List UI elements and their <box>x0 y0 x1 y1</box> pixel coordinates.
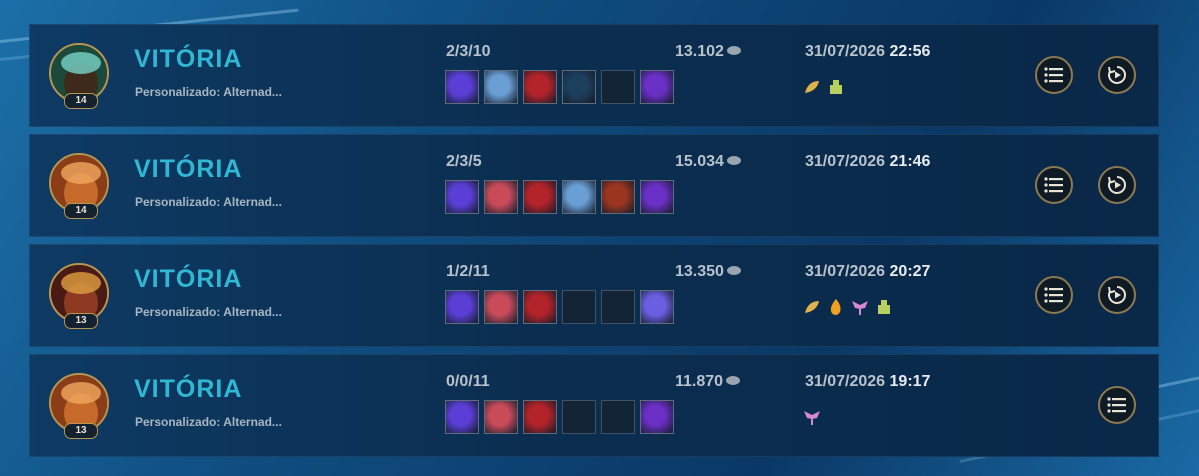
details-button[interactable] <box>1035 276 1073 314</box>
empty-item-slot[interactable] <box>601 400 635 434</box>
item-slot[interactable] <box>640 70 674 104</box>
gold: 13.350 <box>675 263 741 281</box>
wings-badge-icon <box>804 411 820 425</box>
item-slot[interactable] <box>445 70 479 104</box>
empty-item-slot[interactable] <box>601 70 635 104</box>
game-mode: Personalizado: Alternad... <box>135 195 282 209</box>
gold-value: 11.870 <box>675 373 724 390</box>
list-icon <box>1044 287 1063 303</box>
match-result: VITÓRIA <box>134 45 243 73</box>
list-icon <box>1044 67 1063 83</box>
empty-item-slot[interactable] <box>562 290 596 324</box>
champion-level: 14 <box>64 203 98 219</box>
replay-icon <box>1108 176 1126 194</box>
leaf-badge-icon <box>805 301 819 313</box>
match-date: 31/07/2026 19:17 <box>805 373 930 391</box>
item-slot[interactable] <box>523 180 557 214</box>
replay-button[interactable] <box>1098 56 1136 94</box>
item-slot[interactable] <box>523 290 557 324</box>
match-time: 20:27 <box>889 263 931 280</box>
match-row[interactable]: 13 VITÓRIA Personalizado: Alternad... 0/… <box>29 354 1159 457</box>
item-slot[interactable] <box>562 70 596 104</box>
badge-list <box>802 297 898 319</box>
gold-value: 15.034 <box>675 153 724 170</box>
match-date: 31/07/2026 22:56 <box>805 43 930 61</box>
champion-level: 14 <box>64 93 98 109</box>
match-result: VITÓRIA <box>134 155 243 183</box>
details-button[interactable] <box>1035 56 1073 94</box>
kda: 1/2/11 <box>446 263 490 280</box>
match-result: VITÓRIA <box>134 375 243 403</box>
match-row[interactable]: 14 VITÓRIA Personalizado: Alternad... 2/… <box>29 24 1159 127</box>
item-slot[interactable] <box>445 290 479 324</box>
match-time: 19:17 <box>889 373 931 390</box>
match-date-day: 31/07/2026 <box>805 43 886 60</box>
match-date-day: 31/07/2026 <box>805 263 886 280</box>
match-date-day: 31/07/2026 <box>805 373 886 390</box>
gold: 11.870 <box>675 373 741 391</box>
list-icon <box>1107 397 1126 413</box>
match-date: 31/07/2026 21:46 <box>805 153 930 171</box>
match-row[interactable]: 14 VITÓRIA Personalizado: Alternad... 2/… <box>29 134 1159 237</box>
item-slot[interactable] <box>484 290 518 324</box>
game-mode: Personalizado: Alternad... <box>135 305 282 319</box>
badge-list <box>802 407 826 429</box>
flame-badge-icon <box>830 299 841 315</box>
item-slot[interactable] <box>640 180 674 214</box>
empty-item-slot[interactable] <box>562 400 596 434</box>
gold: 15.034 <box>675 153 741 171</box>
badge-list <box>802 77 850 99</box>
empty-item-slot[interactable] <box>601 290 635 324</box>
item-slot[interactable] <box>445 180 479 214</box>
game-mode: Personalizado: Alternad... <box>135 415 282 429</box>
item-slot[interactable] <box>640 290 674 324</box>
gold-coin-icon <box>726 376 741 386</box>
kda: 0/0/11 <box>446 373 490 390</box>
gold-coin-icon <box>726 46 741 56</box>
game-mode: Personalizado: Alternad... <box>135 85 282 99</box>
match-time: 21:46 <box>889 153 931 170</box>
gold-value: 13.102 <box>675 43 724 60</box>
list-icon <box>1044 177 1063 193</box>
kda: 2/3/5 <box>446 153 482 170</box>
gold: 13.102 <box>675 43 741 61</box>
totem-badge-icon <box>830 80 842 94</box>
champion-level: 13 <box>64 313 98 329</box>
gold-value: 13.350 <box>675 263 724 280</box>
kda: 2/3/10 <box>446 43 491 60</box>
gold-coin-icon <box>726 156 741 166</box>
item-slot[interactable] <box>562 180 596 214</box>
match-row[interactable]: 13 VITÓRIA Personalizado: Alternad... 1/… <box>29 244 1159 347</box>
item-slot[interactable] <box>523 70 557 104</box>
replay-button[interactable] <box>1098 166 1136 204</box>
details-button[interactable] <box>1098 386 1136 424</box>
match-result: VITÓRIA <box>134 265 243 293</box>
match-date-day: 31/07/2026 <box>805 153 886 170</box>
item-slot[interactable] <box>523 400 557 434</box>
item-slot[interactable] <box>445 400 479 434</box>
champion-level: 13 <box>64 423 98 439</box>
totem-badge-icon <box>878 300 890 314</box>
item-slot[interactable] <box>484 400 518 434</box>
details-button[interactable] <box>1035 166 1073 204</box>
item-slot[interactable] <box>484 180 518 214</box>
item-slot[interactable] <box>640 400 674 434</box>
leaf-badge-icon <box>805 81 819 93</box>
wings-badge-icon <box>852 301 868 315</box>
match-date: 31/07/2026 20:27 <box>805 263 930 281</box>
replay-icon <box>1108 286 1126 304</box>
replay-button[interactable] <box>1098 276 1136 314</box>
item-slot[interactable] <box>601 180 635 214</box>
item-slot[interactable] <box>484 70 518 104</box>
match-time: 22:56 <box>889 43 931 60</box>
replay-icon <box>1108 66 1126 84</box>
gold-coin-icon <box>726 266 741 276</box>
